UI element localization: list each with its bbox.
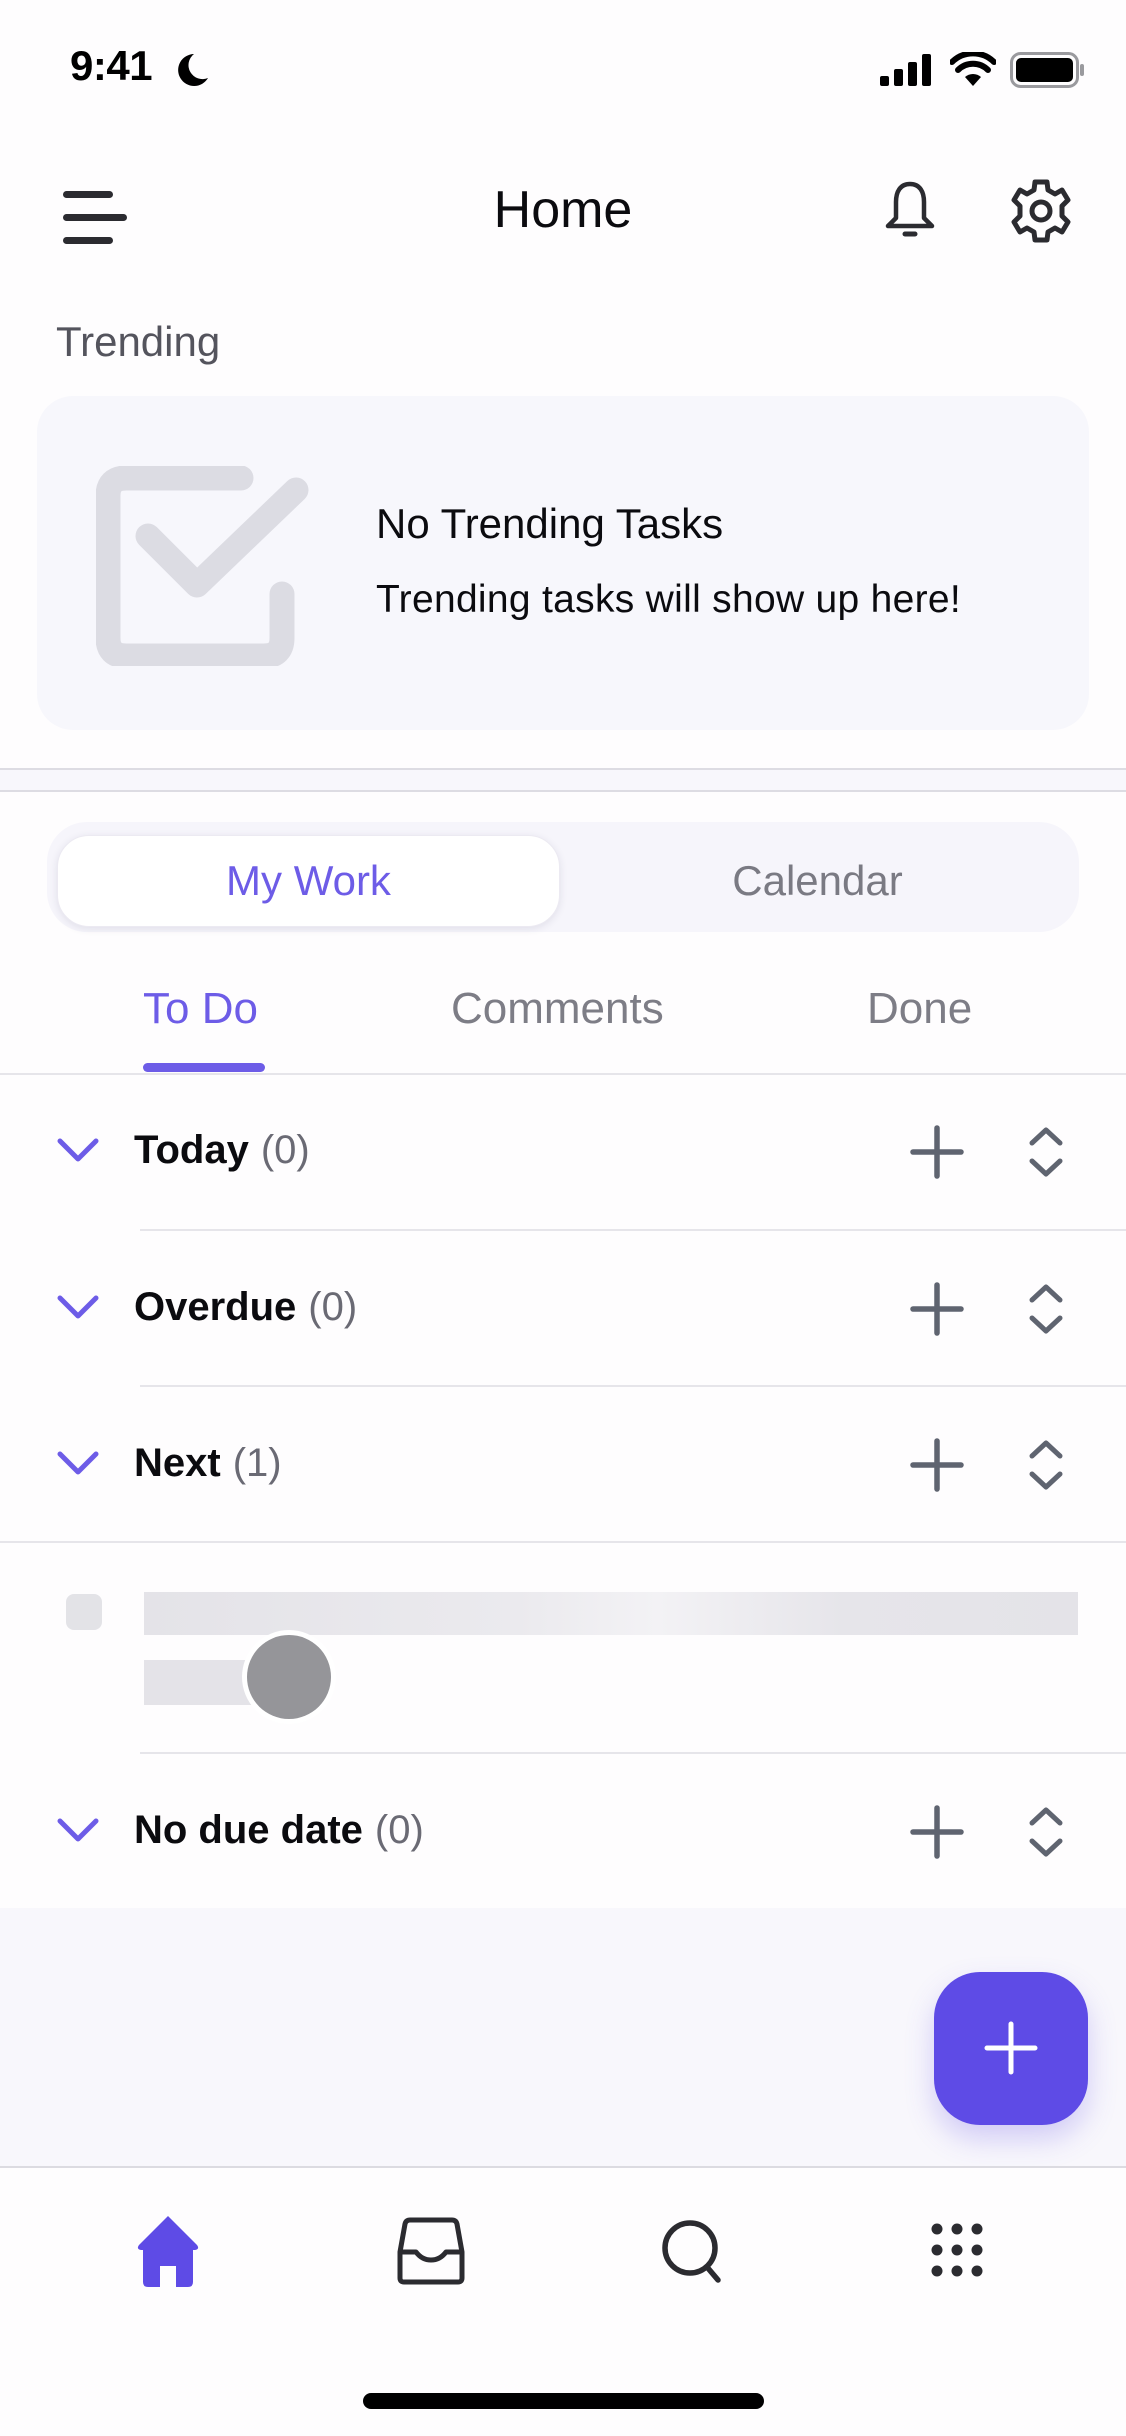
home-icon: [137, 2216, 199, 2287]
nav-inbox[interactable]: [386, 2208, 476, 2298]
gear-icon: [1011, 179, 1071, 243]
battery-icon: [1010, 52, 1084, 88]
sort-chevrons-icon[interactable]: [1022, 1278, 1070, 1340]
sort-chevrons-icon[interactable]: [1022, 1801, 1070, 1863]
section-header-next[interactable]: Next (1): [0, 1414, 1126, 1514]
inbox-icon: [397, 2217, 465, 2285]
plus-icon[interactable]: [906, 1434, 968, 1496]
section-title-text: Overdue: [134, 1285, 297, 1329]
sort-chevrons-icon[interactable]: [1022, 1121, 1070, 1183]
search-icon: [662, 2220, 721, 2283]
row-divider: [0, 1541, 1126, 1543]
bell-icon: [885, 181, 935, 237]
section-title: Next (1): [134, 1441, 282, 1486]
nav-search[interactable]: [648, 2208, 738, 2298]
notifications-button[interactable]: [878, 178, 942, 242]
plus-icon[interactable]: [906, 1278, 968, 1340]
nav-home[interactable]: [123, 2208, 213, 2298]
chevron-down-icon[interactable]: [54, 1448, 102, 1478]
section-header-overdue[interactable]: Overdue (0): [0, 1258, 1126, 1358]
home-indicator[interactable]: [363, 2393, 764, 2409]
tabs-divider: [0, 1073, 1126, 1075]
moon-icon: [178, 54, 208, 86]
chevron-down-icon[interactable]: [54, 1292, 102, 1322]
view-option-calendar[interactable]: Calendar: [565, 835, 1070, 927]
active-tab-indicator: [143, 1063, 265, 1072]
section-count: (0): [308, 1285, 358, 1329]
chevron-down-icon[interactable]: [54, 1815, 102, 1845]
trending-empty-title: No Trending Tasks: [376, 500, 724, 547]
section-count: (0): [374, 1808, 424, 1852]
chevron-down-icon[interactable]: [54, 1135, 102, 1165]
tab-comments[interactable]: Comments: [451, 984, 664, 1034]
row-divider: [140, 1752, 1126, 1754]
touch-indicator: [247, 1635, 331, 1719]
task-title-placeholder: [144, 1592, 1078, 1635]
page-title: Home: [493, 181, 633, 239]
checkbox-checked-icon: [96, 466, 309, 666]
wifi-icon: [950, 52, 996, 86]
tab-to-do[interactable]: To Do: [143, 984, 258, 1034]
grid-dots-icon: [931, 2223, 983, 2277]
view-option-my-work[interactable]: My Work: [57, 835, 560, 927]
tab-done[interactable]: Done: [867, 984, 972, 1034]
plus-icon: [984, 2021, 1038, 2075]
section-title: No due date (0): [134, 1808, 424, 1853]
trending-section-label: Trending: [56, 318, 221, 365]
task-checkbox-placeholder: [66, 1594, 102, 1630]
cellular-signal-icon: [880, 54, 931, 86]
section-header-no-due-date[interactable]: No due date (0): [0, 1781, 1126, 1881]
section-title-text: Next: [134, 1441, 221, 1485]
plus-icon[interactable]: [906, 1121, 968, 1183]
section-count: (0): [260, 1128, 310, 1172]
section-count: (1): [232, 1441, 282, 1485]
section-title: Overdue (0): [134, 1285, 357, 1330]
section-title: Today (0): [134, 1128, 310, 1173]
add-task-fab[interactable]: [934, 1972, 1088, 2125]
row-divider: [140, 1385, 1126, 1387]
trending-empty-subtitle: Trending tasks will show up here!: [376, 578, 962, 621]
row-divider: [140, 1229, 1126, 1231]
section-header-today[interactable]: Today (0): [0, 1101, 1126, 1201]
settings-button[interactable]: [1006, 176, 1076, 246]
section-title-text: No due date: [134, 1808, 363, 1852]
sort-chevrons-icon[interactable]: [1022, 1434, 1070, 1496]
plus-icon[interactable]: [906, 1801, 968, 1863]
status-time: 9:41: [70, 42, 153, 89]
section-separator: [0, 768, 1126, 792]
nav-more[interactable]: [912, 2208, 1002, 2298]
section-title-text: Today: [134, 1128, 249, 1172]
